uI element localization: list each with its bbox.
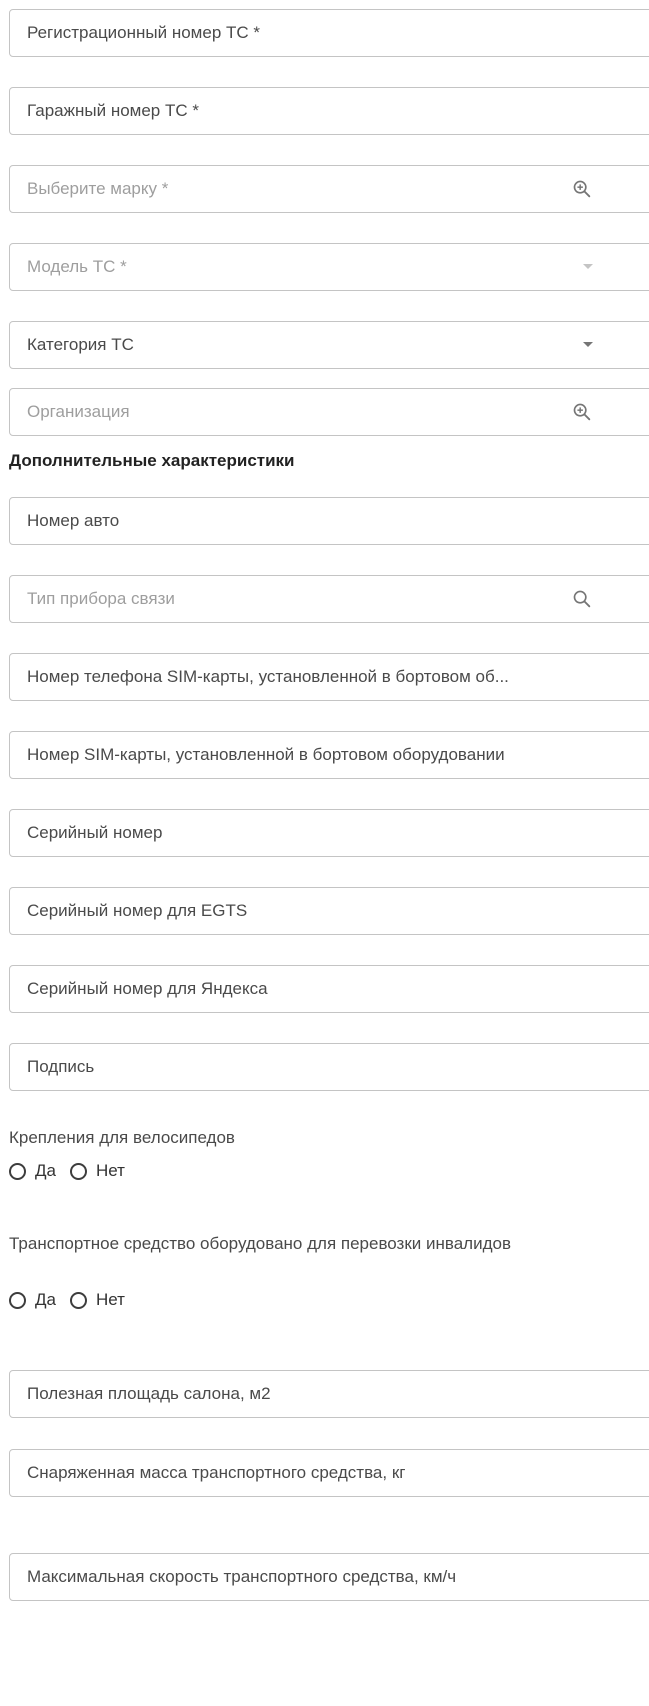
garage-number-field[interactable]: Гаражный номер ТС * <box>9 87 649 135</box>
useful-area-label: Полезная площадь салона, м2 <box>27 1384 271 1403</box>
signature-field[interactable]: Подпись <box>9 1043 649 1091</box>
serial-number-field[interactable]: Серийный номер <box>9 809 649 857</box>
disabled-transport-radio-group: Да Нет <box>9 1288 139 1312</box>
organization-label: Организация <box>27 402 130 421</box>
useful-area-field[interactable]: Полезная площадь салона, м2 <box>9 1370 649 1418</box>
radio-circle-icon[interactable] <box>9 1291 26 1309</box>
yandex-serial-field[interactable]: Серийный номер для Яндекса <box>9 965 649 1013</box>
radio-circle-icon[interactable] <box>69 1162 87 1180</box>
car-number-field[interactable]: Номер авто <box>9 497 649 545</box>
brand-select-label: Выберите марку * <box>27 179 169 198</box>
max-speed-label: Максимальная скорость транспортного сред… <box>27 1567 457 1586</box>
radio-circle-icon[interactable] <box>9 1162 26 1180</box>
bike-racks-no-radio[interactable]: Нет <box>69 1161 125 1181</box>
radio-label: Да <box>35 1161 56 1180</box>
device-type-field[interactable]: Тип прибора связи <box>9 575 649 623</box>
zoom-in-icon[interactable] <box>571 178 593 200</box>
search-icon[interactable] <box>571 588 593 610</box>
serial-number-label: Серийный номер <box>27 823 163 842</box>
disabled-transport-label: Транспортное средство оборудовано для пе… <box>9 1234 512 1253</box>
device-type-label: Тип прибора связи <box>27 589 175 608</box>
bike-racks-yes-radio[interactable]: Да <box>9 1161 56 1181</box>
disabled-transport-no-radio[interactable]: Нет <box>69 1290 125 1310</box>
car-number-label: Номер авто <box>27 511 120 530</box>
disabled-transport-yes-radio[interactable]: Да <box>9 1290 56 1310</box>
category-select-label: Категория ТС <box>27 335 134 354</box>
category-select-field[interactable]: Категория ТС <box>9 321 649 369</box>
bike-racks-radio-group: Да Нет <box>9 1159 139 1183</box>
max-speed-field[interactable]: Максимальная скорость транспортного сред… <box>9 1553 649 1601</box>
radio-label: Нет <box>95 1161 125 1180</box>
yandex-serial-label: Серийный номер для Яндекса <box>27 979 268 998</box>
egts-serial-label: Серийный номер для EGTS <box>27 901 248 920</box>
garage-number-label: Гаражный номер ТС * <box>27 101 199 120</box>
signature-label: Подпись <box>27 1057 95 1076</box>
registration-number-field[interactable]: Регистрационный номер ТС * <box>9 9 649 57</box>
curb-weight-field[interactable]: Снаряженная масса транспортного средства… <box>9 1449 649 1497</box>
brand-select-field[interactable]: Выберите марку * <box>9 165 649 213</box>
sim-phone-label: Номер телефона SIM-карты, установленной … <box>27 667 509 686</box>
sim-number-label: Номер SIM-карты, установленной в бортово… <box>27 745 505 764</box>
zoom-in-icon[interactable] <box>571 401 593 423</box>
radio-circle-icon[interactable] <box>69 1291 87 1309</box>
organization-field[interactable]: Организация <box>9 388 649 436</box>
registration-number-label: Регистрационный номер ТС * <box>27 23 261 42</box>
bike-racks-label: Крепления для велосипедов <box>9 1128 235 1147</box>
chevron-down-icon <box>583 264 593 269</box>
section-title: Дополнительные характеристики <box>9 451 295 470</box>
radio-label: Нет <box>95 1290 125 1309</box>
model-select-label: Модель ТС * <box>27 257 127 276</box>
chevron-down-icon[interactable] <box>583 342 593 347</box>
sim-number-field[interactable]: Номер SIM-карты, установленной в бортово… <box>9 731 649 779</box>
curb-weight-label: Снаряженная масса транспортного средства… <box>27 1463 406 1482</box>
sim-phone-field[interactable]: Номер телефона SIM-карты, установленной … <box>9 653 649 701</box>
egts-serial-field[interactable]: Серийный номер для EGTS <box>9 887 649 935</box>
radio-label: Да <box>35 1290 56 1309</box>
model-select-field[interactable]: Модель ТС * <box>9 243 649 291</box>
